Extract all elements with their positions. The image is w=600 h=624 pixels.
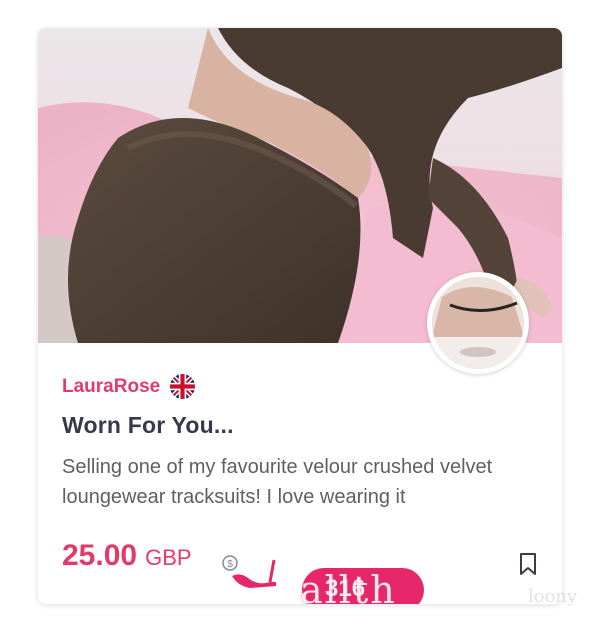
bookmark-icon[interactable] xyxy=(518,552,538,581)
uk-flag-icon xyxy=(170,374,196,399)
watermark-sub: loony xyxy=(528,586,578,607)
price-currency: GBP xyxy=(145,545,192,570)
watermark: allth xyxy=(300,568,397,604)
price: 25.00 GBP xyxy=(62,539,192,573)
seller-avatar[interactable] xyxy=(427,272,529,374)
seller-name-link[interactable]: LauraRose xyxy=(62,376,160,398)
heel-shoe-icon xyxy=(230,552,280,597)
listing-description: Selling one of my favourite velour crush… xyxy=(62,456,493,508)
listing-title[interactable]: Worn For You... xyxy=(62,412,234,439)
seller-row: LauraRose xyxy=(62,374,196,399)
listing-card[interactable]: LauraRose Worn For You... Selling one of… xyxy=(38,28,562,604)
price-amount: 25.00 xyxy=(62,539,138,572)
